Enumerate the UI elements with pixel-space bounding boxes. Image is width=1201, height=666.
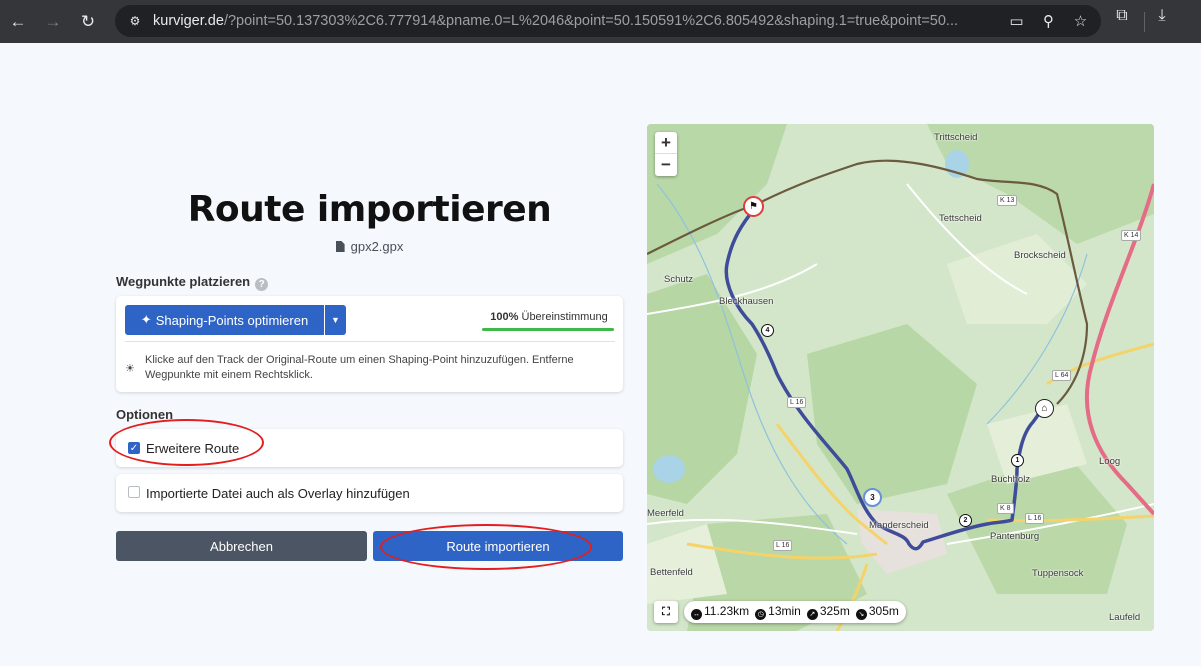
map-place-label: Schutz — [664, 274, 694, 285]
optimize-dropdown-toggle[interactable]: ▼ — [325, 305, 346, 335]
waypoint-marker[interactable]: 4 — [761, 324, 774, 337]
distance-icon: ↔ — [691, 609, 702, 620]
site-settings-icon[interactable]: ⚙ — [124, 10, 146, 32]
file-name-text: gpx2.gpx — [350, 239, 404, 254]
option-extended-route[interactable]: ✓ Erweitere Route — [116, 429, 623, 467]
match-percent: 100% — [490, 311, 519, 323]
route-map[interactable]: + − Trittscheid Tettscheid Brockscheid S… — [647, 124, 1154, 631]
descent-icon: ↘ — [855, 608, 867, 620]
map-place-label: Meerfeld — [647, 508, 684, 519]
url-path: /?point=50.137303%2C6.777914&pname.0=L%2… — [223, 13, 959, 29]
map-place-label: Loog — [1099, 456, 1121, 467]
option-overlay[interactable]: Importierte Datei auch als Overlay hinzu… — [116, 474, 623, 512]
extended-route-label[interactable]: Erweitere Route — [146, 441, 239, 456]
map-place-label: Tuppensock — [1032, 568, 1084, 579]
stat-descent: ↘ 305m — [855, 604, 899, 620]
options-section-label: Optionen — [116, 407, 174, 422]
extended-route-checkbox[interactable]: ✓ — [128, 442, 140, 454]
file-icon — [335, 241, 345, 252]
address-bar[interactable]: ⚙ kurviger.de/?point=50.137303%2C6.77791… — [115, 5, 1101, 37]
import-route-button[interactable]: Route importieren — [373, 531, 623, 561]
map-place-label: Trittscheid — [934, 132, 978, 143]
match-label: Übereinstimmung — [521, 311, 608, 323]
map-place-label: Bleckhausen — [719, 296, 774, 307]
zoom-out-button[interactable]: − — [655, 154, 677, 176]
extensions-icon[interactable]: ⧉ — [1112, 7, 1132, 27]
optimize-shaping-points-button[interactable]: ✦ Shaping-Points optimieren — [125, 305, 324, 335]
bookmark-star-icon[interactable]: ☆ — [1068, 9, 1093, 33]
distance-value: 11.23km — [704, 604, 750, 618]
page-title: Route importieren — [187, 189, 552, 230]
route-stats: ↔ 11.23km ◷ 13min ↗ 325m ↘ 305m — [684, 601, 906, 623]
map-place-label: Manderscheid — [869, 520, 929, 531]
help-icon[interactable]: ? — [255, 278, 269, 291]
road-tag: K 13 — [997, 195, 1018, 206]
forward-icon[interactable]: → — [38, 7, 68, 37]
zoom-icon[interactable]: ⚲ — [1036, 9, 1061, 33]
reload-icon[interactable]: ↻ — [73, 7, 103, 37]
optimize-button-label: Shaping-Points optimieren — [155, 312, 309, 328]
map-place-label: Pantenburg — [990, 531, 1040, 542]
match-indicator: 100% Übereinstimmung — [485, 311, 613, 323]
fullscreen-icon[interactable]: ⛶ — [654, 601, 678, 623]
url-host: kurviger.de — [153, 13, 224, 29]
waypoint-marker[interactable]: 1 — [1011, 454, 1024, 467]
road-tag: K 14 — [1121, 230, 1142, 241]
lightbulb-icon: ☀ — [125, 363, 135, 375]
waypoints-section-label: Wegpunkte platzieren? — [116, 274, 269, 291]
hint-text: Klicke auf den Track der Original-Route … — [145, 354, 574, 381]
menu-icon[interactable]: ⋮ — [1192, 7, 1201, 27]
ascent-icon: ↗ — [806, 608, 818, 620]
waypoint-marker-selected[interactable]: 3 — [863, 488, 882, 507]
match-progress-bar — [482, 328, 614, 331]
road-tag: L 16 — [773, 540, 793, 551]
chevron-down-icon: ▼ — [331, 315, 340, 325]
zoom-in-button[interactable]: + — [655, 132, 677, 154]
zoom-control: + − — [655, 132, 677, 176]
divider — [125, 341, 615, 342]
overlay-label[interactable]: Importierte Datei auch als Overlay hinzu… — [146, 486, 410, 501]
cast-icon[interactable]: ▭ — [1004, 9, 1029, 33]
sparkle-icon: ✦ — [140, 312, 152, 327]
map-place-label: Tettscheid — [939, 213, 982, 224]
map-place-label: Buchholz — [991, 474, 1031, 485]
map-place-label: Laufeld — [1109, 612, 1141, 623]
toolbar-divider — [1144, 12, 1145, 32]
stat-ascent: ↗ 325m — [806, 604, 850, 620]
overlay-checkbox[interactable] — [128, 486, 140, 498]
stat-duration: ◷ 13min — [755, 604, 801, 620]
ascent-value: 325m — [819, 604, 850, 619]
back-icon[interactable]: ← — [3, 7, 33, 37]
road-tag: L 16 — [1025, 513, 1045, 524]
map-canvas — [647, 124, 1154, 631]
map-place-label: Brockscheid — [1014, 250, 1066, 261]
duration-value: 13min — [768, 604, 801, 619]
road-tag: L 64 — [1052, 370, 1072, 381]
waypoints-card: ✦ Shaping-Points optimieren ▼ 100% Übere… — [116, 296, 623, 392]
waypoint-marker[interactable]: 2 — [959, 514, 972, 527]
home-start-marker[interactable]: ⌂ — [1035, 399, 1054, 418]
map-place-label: Bettenfeld — [650, 567, 693, 578]
descent-value: 305m — [868, 604, 899, 619]
url-text[interactable]: kurviger.de/?point=50.137303%2C6.777914&… — [153, 13, 998, 29]
cancel-button[interactable]: Abbrechen — [116, 531, 367, 561]
browser-toolbar: ← → ↻ ⚙ kurviger.de/?point=50.137303%2C6… — [0, 0, 1201, 43]
road-tag: K 8 — [997, 503, 1014, 514]
road-tag: L 16 — [787, 397, 807, 408]
finish-flag-marker[interactable]: ⚑ — [743, 196, 764, 217]
stat-distance: ↔ 11.23km — [691, 604, 749, 620]
clock-icon: ◷ — [755, 608, 767, 620]
file-name: gpx2.gpx — [116, 239, 623, 254]
waypoints-label-text: Wegpunkte platzieren — [116, 274, 251, 289]
download-icon[interactable]: ⤓ — [1152, 7, 1172, 27]
